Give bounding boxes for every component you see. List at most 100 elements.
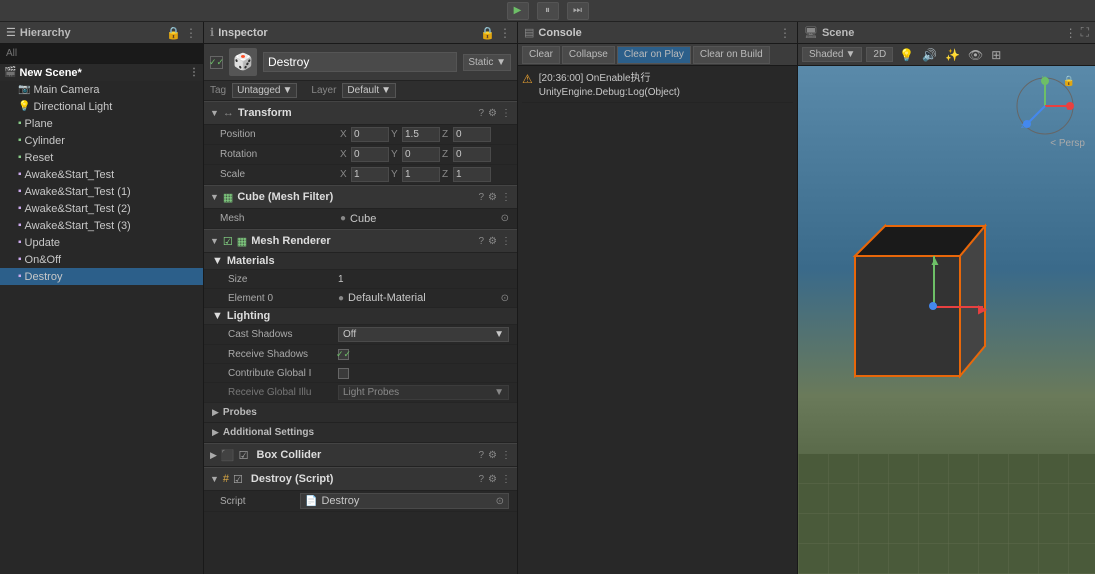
probes-row[interactable]: ▶ Probes (204, 403, 517, 423)
mesh-renderer-checkbox[interactable]: ☑ (223, 235, 233, 248)
layer-dropdown[interactable]: Default ▼ (342, 83, 396, 98)
materials-section-header[interactable]: ▼ Materials (204, 253, 517, 270)
scene-hidden-icon[interactable]: 👁 (966, 48, 985, 62)
hier-item-plane[interactable]: ▪ Plane (0, 115, 203, 132)
hier-item-reset[interactable]: ▪ Reset (0, 149, 203, 166)
mesh-renderer-help-icon[interactable]: ? (478, 236, 484, 247)
destroy-script-header[interactable]: ▼ # ☑ Destroy (Script) ? ⚙ ⋮ (204, 467, 517, 491)
transform-help-icon[interactable]: ? (478, 108, 484, 119)
hier-item-awake-start[interactable]: ▪ Awake&Start_Test (0, 166, 203, 183)
camera-icon: 📷 (18, 84, 30, 95)
mesh-renderer-settings-icon[interactable]: ⚙ (488, 236, 497, 247)
object-icon: 🎲 (229, 48, 257, 76)
console-menu-icon[interactable]: ⋮ (779, 26, 791, 40)
rotation-x-input[interactable] (351, 147, 389, 162)
box-collider-more-icon[interactable]: ⋮ (501, 450, 511, 461)
scale-z-input[interactable] (453, 167, 491, 182)
hierarchy-menu-icon[interactable]: ⋮ (185, 26, 197, 40)
hier-item-awake-start-3[interactable]: ▪ Awake&Start_Test (3) (0, 217, 203, 234)
scene-maximize-icon[interactable]: ⛶ (1081, 25, 1089, 40)
scale-x-input[interactable] (351, 167, 389, 182)
position-y-input[interactable] (402, 127, 440, 142)
scene-grid-icon[interactable]: ⊞ (989, 48, 1003, 62)
scene-audio-icon[interactable]: 🔊 (920, 48, 939, 62)
scene-viewport[interactable]: ▲ ▶ (798, 66, 1095, 574)
mesh-target-icon[interactable]: ⊙ (501, 213, 509, 224)
scale-x-field: X (340, 167, 389, 182)
scene-effects-icon[interactable]: ✨ (943, 48, 962, 62)
gizmo-lock-icon[interactable]: 🔒 (1063, 76, 1075, 87)
position-z-input[interactable] (453, 127, 491, 142)
position-x-input[interactable] (351, 127, 389, 142)
transform-settings-icon[interactable]: ⚙ (488, 108, 497, 119)
element0-target-icon[interactable]: ⊙ (501, 293, 509, 304)
hierarchy-search-input[interactable] (6, 48, 197, 59)
box-collider-settings-icon[interactable]: ⚙ (488, 450, 497, 461)
scale-z-field: Z (442, 167, 491, 182)
inspector-lock-icon[interactable]: 🔒 (480, 26, 495, 40)
mesh-filter-more-icon[interactable]: ⋮ (501, 192, 511, 203)
hier-item-onoff[interactable]: ▪ On&Off (0, 251, 203, 268)
mesh-renderer-header[interactable]: ▼ ☑ ▦ Mesh Renderer ? ⚙ ⋮ (204, 229, 517, 253)
destroy-script-active-checkbox[interactable]: ☑ (233, 473, 243, 486)
pause-button[interactable]: ⏸ (537, 2, 559, 20)
contribute-global-checkbox-group (338, 368, 349, 379)
mesh-renderer-more-icon[interactable]: ⋮ (501, 236, 511, 247)
inspector-menu-icon[interactable]: ⋮ (499, 26, 511, 40)
hier-item-main-camera[interactable]: 📷 Main Camera (0, 81, 203, 98)
transform-more-icon[interactable]: ⋮ (501, 108, 511, 119)
hier-item-awake-start-2-label: Awake&Start_Test (2) (25, 203, 131, 215)
rotation-z-input[interactable] (453, 147, 491, 162)
scale-row: Scale X Y Z (204, 165, 517, 185)
console-clear-button[interactable]: Clear (522, 46, 560, 64)
step-button[interactable]: ⏭ (567, 2, 589, 20)
hier-item-main-camera-label: Main Camera (33, 84, 99, 96)
object-active-checkbox[interactable]: ✓ (210, 56, 223, 69)
hierarchy-header: ☰ Hierarchy 🔒 ⋮ (0, 22, 203, 44)
hier-item-awake-start-1[interactable]: ▪ Awake&Start_Test (1) (0, 183, 203, 200)
box-collider-active-checkbox[interactable]: ☑ (239, 449, 249, 462)
scene-menu-icon[interactable]: ⋮ (1065, 26, 1077, 40)
mesh-filter-settings-icon[interactable]: ⚙ (488, 192, 497, 203)
scale-z-label: Z (442, 169, 452, 180)
transform-header[interactable]: ▼ ↔ Transform ? ⚙ ⋮ (204, 101, 517, 125)
additional-settings-row[interactable]: ▶ Additional Settings (204, 423, 517, 443)
mesh-filter-help-icon[interactable]: ? (478, 192, 484, 203)
hierarchy-lock-icon[interactable]: 🔒 (166, 26, 181, 40)
rotation-x-field: X (340, 147, 389, 162)
svg-text:y: y (1042, 76, 1046, 82)
destroy-script-settings-icon[interactable]: ⚙ (488, 474, 497, 485)
hier-item-destroy[interactable]: ▪ Destroy (0, 268, 203, 285)
hier-item-scene[interactable]: 🎬 New Scene* ⋮ (0, 64, 203, 81)
hier-item-awake-start-2[interactable]: ▪ Awake&Start_Test (2) (0, 200, 203, 217)
receive-shadows-checkbox[interactable]: ✓ (338, 349, 349, 360)
shaded-dropdown[interactable]: Shaded ▼ (802, 47, 862, 62)
scale-y-input[interactable] (402, 167, 440, 182)
hier-item-update[interactable]: ▪ Update (0, 234, 203, 251)
rotation-y-input[interactable] (402, 147, 440, 162)
destroy-script-help-icon[interactable]: ? (478, 474, 484, 485)
scene-lighting-icon[interactable]: 💡 (897, 48, 916, 62)
hier-item-directional-light[interactable]: 💡 Directional Light (0, 98, 203, 115)
destroy-script-more-icon[interactable]: ⋮ (501, 474, 511, 485)
box-collider-header[interactable]: ▶ ⬛ ☑ Box Collider ? ⚙ ⋮ (204, 443, 517, 467)
scene-more-icon[interactable]: ⋮ (189, 67, 199, 78)
scene-2d-button[interactable]: 2D (866, 47, 893, 62)
object-name-input[interactable] (263, 52, 457, 72)
lighting-section-header[interactable]: ▼ Lighting (204, 308, 517, 325)
console-message-row[interactable]: ⚠ [20:36:00] OnEnable执行 UnityEngine.Debu… (522, 70, 793, 103)
static-dropdown[interactable]: Static ▼ (463, 54, 511, 71)
hier-item-cylinder[interactable]: ▪ Cylinder (0, 132, 203, 149)
script-target-icon[interactable]: ⊙ (496, 496, 504, 507)
console-collapse-button[interactable]: Collapse (562, 46, 615, 64)
play-button[interactable]: ▶ (507, 2, 529, 20)
element0-label: Element 0 (228, 293, 338, 304)
mesh-filter-header[interactable]: ▼ ▦ Cube (Mesh Filter) ? ⚙ ⋮ (204, 185, 517, 209)
tag-dropdown[interactable]: Untagged ▼ (232, 83, 297, 98)
console-clear-on-play-button[interactable]: Clear on Play (617, 46, 691, 64)
console-clear-on-build-button[interactable]: Clear on Build (693, 46, 770, 64)
destroy-script-component-icon: # (223, 473, 229, 485)
box-collider-help-icon[interactable]: ? (478, 450, 484, 461)
cast-shadows-dropdown[interactable]: Off ▼ (338, 327, 509, 342)
contribute-global-checkbox[interactable] (338, 368, 349, 379)
